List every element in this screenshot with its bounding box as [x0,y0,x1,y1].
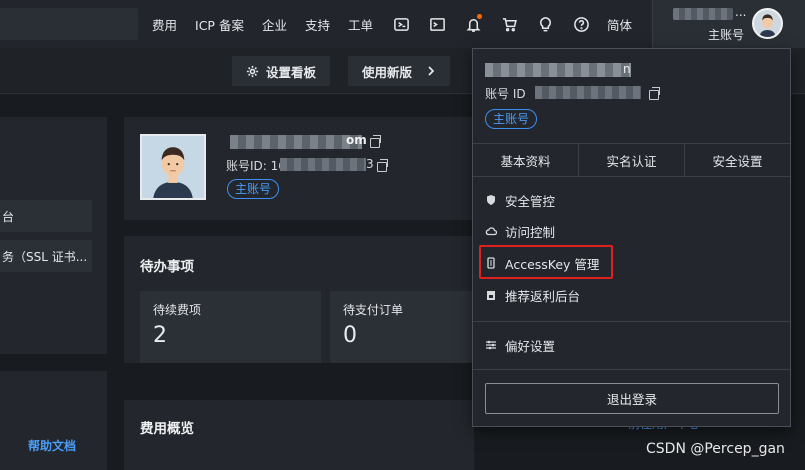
user-menu-trigger[interactable]: ... 主账号 [652,0,805,48]
profile-name-blurred [230,135,362,149]
profile-name-suffix: om [346,133,367,147]
shield-icon [487,195,495,205]
sliders-icon [486,340,496,350]
logout-button[interactable]: 退出登录 [485,383,779,414]
dashboard-settings-label: 设置看板 [266,64,317,80]
todo-unpaid-label: 待支付订单 [343,303,404,317]
help-icon[interactable] [571,14,591,34]
menu-preferences[interactable]: 偏好设置 [485,334,555,356]
user-name-ellipsis: ... [735,5,747,19]
dropdown-name-blurred [485,63,631,77]
nav-link-support[interactable]: 支持 [305,15,330,34]
todo-title: 待办事项 [140,259,194,275]
tab-real-name[interactable]: 实名认证 [579,144,685,176]
menu-referral-backend[interactable]: 推荐返利后台 [485,284,580,306]
menu-referral-label: 推荐返利后台 [505,288,581,304]
terminal-icon[interactable] [427,14,447,34]
menu-access-control-label: 访问控制 [505,224,556,240]
todo-unpaid-count: 0 [343,323,357,348]
left-panel-lower [0,371,107,470]
dropdown-tabs: 基本资料 实名认证 安全设置 [473,143,790,177]
nav-link-enterprise[interactable]: 企业 [262,15,287,34]
new-version-label: 使用新版 [362,64,413,80]
notification-dot [477,14,482,19]
dropdown-id-blurred [535,86,641,99]
left-item-ssl[interactable]: 务（SSL 证书... [0,240,92,272]
profile-id-label: 账号ID: 16 [226,159,286,173]
profile-avatar [140,134,206,200]
user-role: 主账号 [708,28,745,42]
left-panel: 台 务（SSL 证书... [0,117,107,354]
profile-card: om 账号ID: 16 3 主账号 [124,117,474,220]
avatar[interactable] [752,8,783,39]
lightbulb-icon[interactable] [535,14,555,34]
dropdown-id-label: 账号 ID [485,87,526,101]
profile-id-suffix: 3 [366,157,374,171]
tab-security-settings[interactable]: 安全设置 [685,144,790,176]
dropdown-divider [473,321,790,322]
tab-basic-info[interactable]: 基本资料 [473,144,579,176]
dashboard-settings-button[interactable]: 设置看板 [232,56,331,86]
account-dropdown: n 账号 ID 主账号 基本资料 实名认证 安全设置 安全管控 访问控制 Acc… [472,48,791,427]
accesskey-highlight-box [479,245,613,279]
cart-icon[interactable] [499,14,519,34]
dropdown-main-account-badge: 主账号 [485,109,538,129]
fee-overview-title: 费用概览 [140,421,194,437]
nav-link-fees[interactable]: 费用 [152,15,177,34]
menu-preferences-label: 偏好设置 [505,338,556,354]
nav-link-ticket[interactable]: 工单 [348,15,373,34]
copy-icon[interactable] [370,135,381,148]
menu-security-control-label: 安全管控 [505,193,556,209]
language-switch[interactable]: 简体 [607,15,632,34]
nav-links: 费用 ICP 备案 企业 支持 工单 简体 [152,0,632,48]
top-navbar: 费用 ICP 备案 企业 支持 工单 简体 ... 主账号 [0,0,805,48]
profile-id-blurred [280,158,366,171]
help-docs-link[interactable]: 帮助文档 [28,437,76,454]
nav-link-icp[interactable]: ICP 备案 [195,15,244,34]
left-item-console[interactable]: 台 [0,200,92,232]
todo-renewal[interactable]: 待续费项 2 [140,291,321,363]
menu-security-control[interactable]: 安全管控 [485,189,555,211]
main-account-badge: 主账号 [227,179,280,199]
app-icon[interactable] [391,14,411,34]
cloud-icon [485,227,497,236]
search-box[interactable] [0,8,138,40]
dropdown-copy-icon[interactable] [649,87,660,100]
todo-renewal-label: 待续费项 [153,303,202,317]
copy-id-icon[interactable] [377,159,388,172]
gift-icon [487,291,495,300]
menu-access-control[interactable]: 访问控制 [485,220,555,242]
todo-renewal-count: 2 [153,323,167,348]
dropdown-divider-bottom [473,369,790,370]
bell-icon[interactable] [463,14,483,34]
fee-overview-card: 费用概览 [124,400,474,470]
todo-card: 待办事项 待续费项 2 待支付订单 0 [124,236,511,363]
user-name-blurred [673,8,733,20]
dropdown-name-suffix: n [623,62,631,76]
watermark: CSDN @Percep_gan [646,441,785,457]
new-version-button[interactable]: 使用新版 [348,56,451,86]
